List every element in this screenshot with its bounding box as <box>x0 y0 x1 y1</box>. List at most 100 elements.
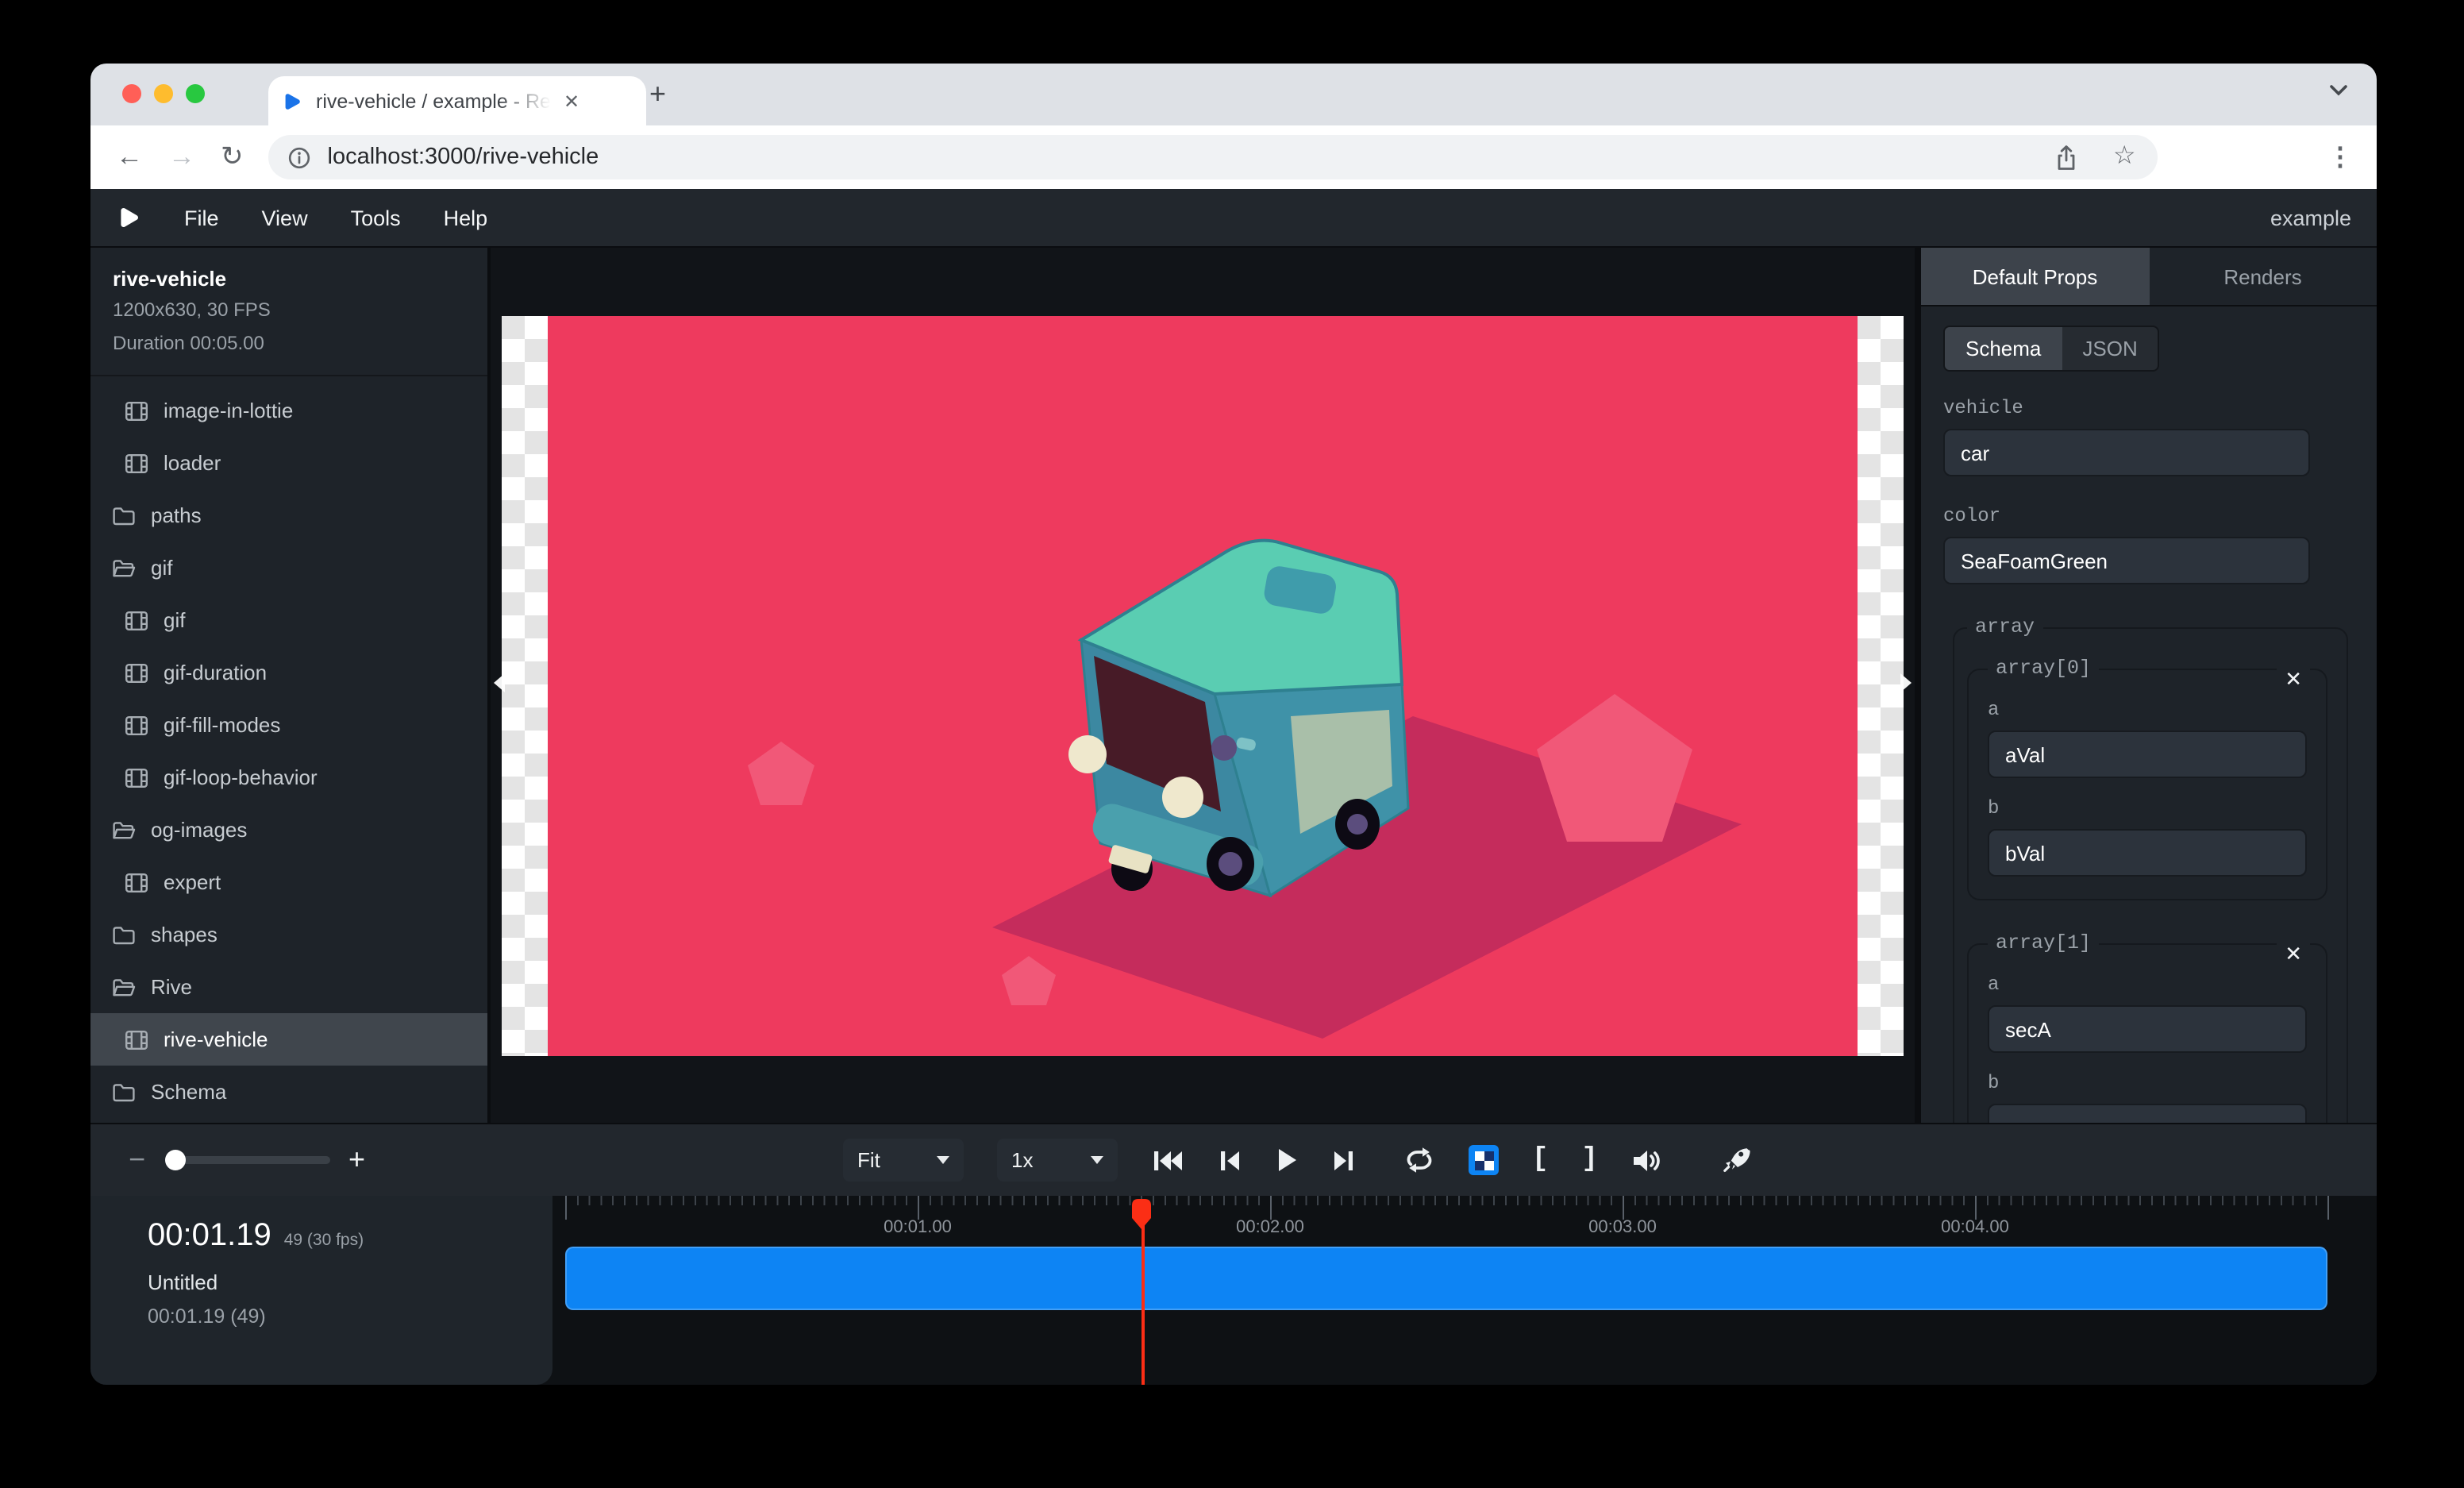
remove-array1-icon[interactable]: ✕ <box>2277 940 2310 967</box>
zoom-slider-knob[interactable] <box>164 1150 185 1170</box>
track-name[interactable]: Untitled <box>148 1270 552 1294</box>
sidebar-item-image-in-lottie[interactable]: image-in-lottie <box>90 384 487 437</box>
sidebar-folder-rive[interactable]: Rive <box>90 961 487 1013</box>
composition-resolution: 1200x630, 30 FPS <box>113 295 465 324</box>
timeline-track-area[interactable]: 00:01.00 00:02.00 00:03.00 00:04.00 <box>552 1196 2377 1385</box>
menu-file[interactable]: File <box>184 206 219 229</box>
json-toggle-button[interactable]: JSON <box>2062 327 2158 370</box>
film-icon <box>124 607 149 633</box>
url-omnibox[interactable]: localhost:3000/rive-vehicle ☆ <box>269 135 2158 179</box>
sidebar-item-label: gif <box>151 556 172 580</box>
transparency-toggle-button[interactable] <box>1469 1145 1499 1175</box>
remotion-logo-icon[interactable] <box>116 205 141 230</box>
array-item-0: array[0] ✕ a b <box>1967 657 2327 900</box>
menu-help[interactable]: Help <box>444 206 488 229</box>
array0-legend: array[0] <box>1988 657 2099 680</box>
sidebar-item-label: gif <box>164 608 185 632</box>
sidebar-item-label: Schema <box>151 1080 226 1104</box>
browser-tab[interactable]: rive-vehicle / example - Remoti ✕ <box>268 76 646 125</box>
reload-icon[interactable]: ↻ <box>221 141 244 173</box>
sidebar-folder-shapes[interactable]: shapes <box>90 908 487 961</box>
bookmark-star-icon[interactable]: ☆ <box>2113 145 2136 170</box>
sidebar-folder-gif[interactable]: gif <box>90 542 487 594</box>
sidebar-item-loader[interactable]: loader <box>90 437 487 489</box>
array1-a-field[interactable] <box>1988 1005 2307 1053</box>
remove-array0-icon[interactable]: ✕ <box>2277 665 2310 692</box>
vehicle-artwork <box>548 315 1858 1055</box>
array0-a-field[interactable] <box>1988 731 2307 778</box>
current-frame-info: 49 (30 fps) <box>284 1231 364 1250</box>
schema-toggle-button[interactable]: Schema <box>1945 327 2062 370</box>
playhead-handle[interactable] <box>1130 1197 1153 1231</box>
back-icon[interactable]: ← <box>116 141 143 173</box>
skip-to-start-button[interactable] <box>1151 1147 1184 1173</box>
close-window-button[interactable] <box>122 84 141 103</box>
default-props-content: Schema JSON vehicle color array array[0]… <box>1921 306 2377 1123</box>
track-range: 00:01.19 (49) <box>148 1305 552 1328</box>
transport-controls: Fit 1x <box>843 1124 1752 1196</box>
tab-default-props[interactable]: Default Props <box>1921 248 2149 305</box>
menu-view[interactable]: View <box>262 206 308 229</box>
vehicle-field[interactable] <box>1943 429 2310 476</box>
sidebar-item-rive-vehicle[interactable]: rive-vehicle <box>90 1013 487 1066</box>
preview-canvas <box>487 248 1918 1123</box>
film-icon <box>124 450 149 476</box>
right-panel: Default Props Renders Schema JSON vehicl… <box>1918 248 2377 1123</box>
array0-b-label: b <box>1988 797 2307 819</box>
forward-icon[interactable]: → <box>168 141 195 173</box>
url-text: localhost:3000/rive-vehicle <box>328 145 599 170</box>
sidebar-item-label: shapes <box>151 923 218 946</box>
array0-b-field[interactable] <box>1988 829 2307 877</box>
site-info-icon[interactable] <box>288 145 312 169</box>
chevron-down-icon <box>1091 1156 1103 1164</box>
folder-icon <box>111 922 137 947</box>
composition-duration: Duration 00:05.00 <box>113 329 465 357</box>
collapse-left-panel-icon[interactable] <box>494 673 505 692</box>
vehicle-label: vehicle <box>1943 397 2310 419</box>
sidebar-item-gif-fill-modes[interactable]: gif-fill-modes <box>90 699 487 751</box>
zoom-in-button[interactable]: + <box>348 1143 365 1177</box>
set-out-point-button[interactable]: ] <box>1581 1145 1597 1175</box>
sidebar-item-gif-loop-behavior[interactable]: gif-loop-behavior <box>90 751 487 804</box>
folder-open-icon <box>111 817 137 842</box>
set-in-point-button[interactable]: [ <box>1532 1145 1548 1175</box>
tab-renders[interactable]: Renders <box>2149 248 2377 305</box>
minimize-window-button[interactable] <box>154 84 173 103</box>
size-select[interactable]: Fit <box>843 1139 964 1182</box>
play-button[interactable] <box>1275 1147 1299 1174</box>
sidebar-item-label: gif-fill-modes <box>164 713 280 737</box>
close-tab-icon[interactable]: ✕ <box>564 91 579 110</box>
sidebar-folder-paths[interactable]: paths <box>90 489 487 542</box>
array-label: array <box>1967 616 2042 638</box>
browser-address-bar: ← → ↻ localhost:3000/rive-vehicle ☆ <box>90 125 2377 189</box>
new-tab-button[interactable]: + <box>649 78 666 110</box>
sidebar-item-gif-duration[interactable]: gif-duration <box>90 646 487 699</box>
timeline-area: 00:01.1949 (30 fps) Untitled 00:01.19 (4… <box>90 1196 2377 1385</box>
sidebar-item-expert[interactable]: expert <box>90 856 487 908</box>
array1-b-field[interactable] <box>1988 1104 2307 1123</box>
van-illustration <box>548 315 1858 1055</box>
sidebar-folder-og-images[interactable]: og-images <box>90 804 487 856</box>
color-field[interactable] <box>1943 537 2310 584</box>
volume-button[interactable] <box>1631 1146 1663 1174</box>
sidebar-item-gif[interactable]: gif <box>90 594 487 646</box>
next-frame-button[interactable] <box>1332 1147 1356 1173</box>
render-rocket-button[interactable] <box>1722 1145 1752 1175</box>
browser-menu-icon[interactable]: ⋮ <box>2327 141 2353 173</box>
previous-frame-button[interactable] <box>1218 1147 1242 1173</box>
chevron-down-icon[interactable] <box>2329 84 2348 97</box>
menu-tools[interactable]: Tools <box>351 206 401 229</box>
zoom-out-button[interactable]: − <box>129 1143 145 1177</box>
composition-list: image-in-lottie loader paths gif <box>90 376 487 1123</box>
sidebar-item-label: gif-duration <box>164 661 267 684</box>
project-name-label: example <box>2270 206 2351 229</box>
zoom-slider[interactable] <box>164 1156 329 1164</box>
timeline-track-bar[interactable] <box>565 1247 2327 1310</box>
loop-toggle-button[interactable] <box>1403 1147 1435 1174</box>
share-icon[interactable] <box>2054 144 2078 171</box>
collapse-right-panel-icon[interactable] <box>1900 673 1912 692</box>
sidebar-item-label: image-in-lottie <box>164 399 293 422</box>
fullscreen-window-button[interactable] <box>186 84 205 103</box>
speed-select[interactable]: 1x <box>997 1139 1118 1182</box>
sidebar-folder-schema[interactable]: Schema <box>90 1066 487 1118</box>
